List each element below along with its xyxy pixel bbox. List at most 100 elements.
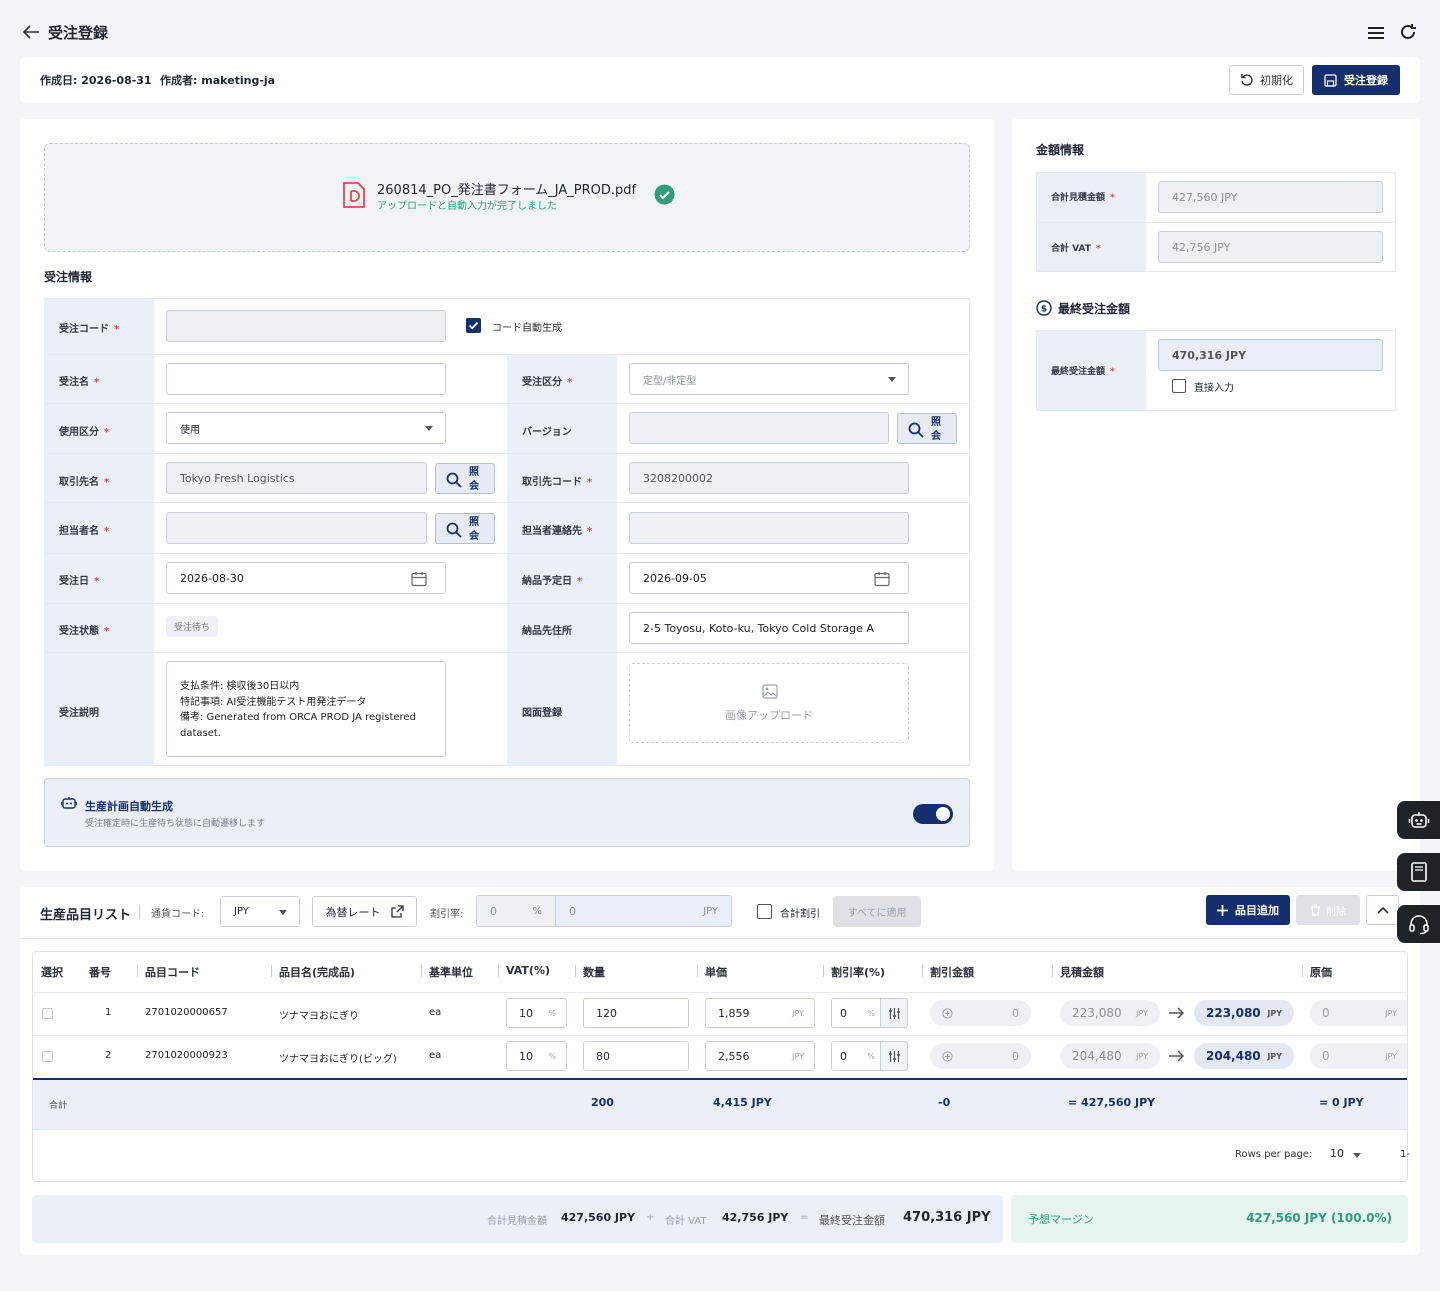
- direct-input-label: 直接入力: [1194, 383, 1234, 394]
- calendar-icon[interactable]: [874, 571, 890, 587]
- usage-label: 使用区分 *: [59, 427, 110, 438]
- search-icon: [446, 522, 462, 538]
- order-date-input[interactable]: 2026-08-30: [166, 562, 446, 594]
- add-item-button[interactable]: 品目追加: [1206, 895, 1290, 925]
- row-discount-rate-input[interactable]: 0%: [831, 998, 881, 1028]
- version-lookup-button[interactable]: 照会: [897, 413, 957, 444]
- submit-button[interactable]: 受注登録: [1312, 65, 1400, 95]
- final-amount-label: 最終受注金額 *: [1051, 367, 1115, 377]
- version-input[interactable]: [629, 412, 889, 444]
- row-item-code: 2701020000923: [145, 1050, 228, 1061]
- client-lookup-button[interactable]: 照会: [435, 463, 495, 494]
- autogen-checkbox[interactable]: [466, 318, 481, 333]
- total-qty: 200: [591, 1096, 614, 1109]
- manual-button[interactable]: [1397, 853, 1440, 891]
- robot-icon: [61, 797, 77, 809]
- description-textarea[interactable]: 支払条件: 検収後30日以内 特記事項: AI受注機能テスト用発注データ 備考:…: [166, 661, 446, 757]
- row-checkbox[interactable]: [42, 1051, 53, 1062]
- vat-total-input[interactable]: 42,756 JPY: [1158, 231, 1383, 263]
- support-button[interactable]: [1397, 905, 1440, 943]
- pdf-file-icon: [343, 182, 365, 208]
- ai-assistant-button[interactable]: [1397, 801, 1440, 839]
- usage-select[interactable]: 使用: [166, 412, 446, 444]
- delete-item-button[interactable]: 削除: [1296, 895, 1360, 925]
- col-item-name: 品目名(完成品): [279, 966, 356, 979]
- reset-button[interactable]: 初期化: [1229, 65, 1304, 95]
- total-discount: -0: [938, 1096, 951, 1109]
- total-discount-label: 合計割引: [780, 909, 820, 920]
- robot-icon: [1408, 812, 1430, 828]
- meta-bar: 作成日: 2026-08-31 作成者: maketing-ja 初期化 受注登…: [20, 57, 1420, 103]
- manager-input[interactable]: [166, 512, 427, 544]
- order-code-input[interactable]: [166, 310, 446, 342]
- collapse-button[interactable]: [1366, 895, 1399, 925]
- address-input[interactable]: 2-5 Toyosu, Koto-ku, Tokyo Cold Storage …: [629, 612, 909, 644]
- row-price-input[interactable]: 2,556 JPY: [705, 1041, 815, 1071]
- exchange-rate-button[interactable]: 為替レート: [312, 896, 417, 927]
- row-vat-input[interactable]: 10%: [506, 998, 567, 1028]
- row-discount-amount: 0: [930, 1043, 1031, 1069]
- row-estimate-after: 204,480 JPY: [1194, 1043, 1294, 1069]
- currency-select[interactable]: JPY: [220, 896, 300, 927]
- chevron-up-icon: [1376, 906, 1389, 914]
- status-badge: 受注待ち: [166, 616, 219, 637]
- upload-status: アップロードと自動入力が完了しました: [377, 201, 557, 212]
- manager-contact-input[interactable]: [629, 512, 909, 544]
- row-price-input[interactable]: 1,859 JPY: [705, 998, 815, 1028]
- refresh-icon[interactable]: [1398, 22, 1418, 46]
- search-icon: [908, 422, 924, 438]
- final-amount-input[interactable]: 470,316 JPY: [1158, 339, 1383, 371]
- col-cost: 原価: [1310, 966, 1332, 979]
- arrow-right-icon: [1169, 1050, 1185, 1062]
- row-item-code: 2701020000657: [145, 1007, 228, 1018]
- total-price: 4,415 JPY: [713, 1096, 772, 1109]
- client-code-label: 取引先コード *: [522, 477, 593, 488]
- row-vat-input[interactable]: 10%: [506, 1041, 567, 1071]
- rows-per-page-select[interactable]: 10: [1330, 1147, 1364, 1163]
- apply-all-button[interactable]: すべてに適用: [833, 896, 921, 927]
- plan-toggle[interactable]: [913, 804, 953, 824]
- image-upload-zone[interactable]: 画像アップロード: [629, 663, 909, 743]
- summary-est-value: 427,560 JPY: [561, 1211, 636, 1224]
- adjust-icon[interactable]: [880, 998, 908, 1028]
- row-checkbox[interactable]: [42, 1008, 53, 1019]
- total-cost: = 0 JPY: [1319, 1096, 1364, 1109]
- direct-input-checkbox[interactable]: [1172, 379, 1186, 393]
- adjust-icon[interactable]: [880, 1041, 908, 1071]
- row-discount-rate-input[interactable]: 0%: [831, 1041, 881, 1071]
- amount-title: 金額情報: [1036, 143, 1085, 157]
- row-qty-input[interactable]: 120: [583, 998, 689, 1028]
- production-plan-panel: 生産計画自動生成 受注確定時に生産待ち状態に自動遷移します: [44, 778, 970, 847]
- order-name-label: 受注名 *: [59, 377, 100, 388]
- upload-dropzone[interactable]: 260814_PO_発注書フォーム_JA_PROD.pdf アップロードと自動入…: [44, 143, 970, 252]
- autogen-label: コード自動生成: [492, 323, 562, 334]
- client-input[interactable]: Tokyo Fresh Logistics: [166, 462, 427, 494]
- book-icon: [1411, 862, 1427, 882]
- manager-lookup-button[interactable]: 照会: [435, 513, 495, 544]
- back-arrow-icon[interactable]: [22, 24, 42, 42]
- row-cost: 0 JPY: [1310, 1043, 1407, 1069]
- order-date-label: 受注日 *: [59, 576, 100, 587]
- chevron-down-icon: [888, 377, 896, 382]
- menu-icon[interactable]: [1366, 24, 1386, 46]
- client-code-input[interactable]: 3208200002: [629, 462, 909, 494]
- row-cost: 0 JPY: [1310, 1000, 1407, 1026]
- delivery-date-input[interactable]: 2026-09-05: [629, 562, 909, 594]
- col-item-code: 品目コード: [145, 966, 200, 979]
- row-qty-input[interactable]: 80: [583, 1041, 689, 1071]
- chevron-down-icon: [279, 910, 287, 915]
- est-total-input[interactable]: 427,560 JPY: [1158, 181, 1383, 213]
- calendar-icon[interactable]: [411, 571, 427, 587]
- est-total-label: 合計見積金額 *: [1051, 193, 1115, 203]
- discount-amount-input[interactable]: 0 JPY: [555, 895, 732, 927]
- total-discount-checkbox[interactable]: [757, 904, 772, 919]
- row-unit: ea: [429, 1007, 442, 1018]
- order-name-input[interactable]: [166, 363, 446, 395]
- order-type-select[interactable]: 定型/非定型: [629, 363, 909, 395]
- discount-pct-input[interactable]: 0%: [476, 895, 556, 927]
- summary-bar: 合計見積金額 427,560 JPY + 合計 VAT 42,756 JPY =…: [32, 1195, 1003, 1243]
- address-label: 納品先住所: [522, 626, 572, 637]
- manager-label: 担当者名 *: [59, 526, 110, 537]
- row-item-name: ツナマヨおにぎり(ビッグ): [279, 1054, 397, 1065]
- image-icon: [762, 684, 778, 699]
